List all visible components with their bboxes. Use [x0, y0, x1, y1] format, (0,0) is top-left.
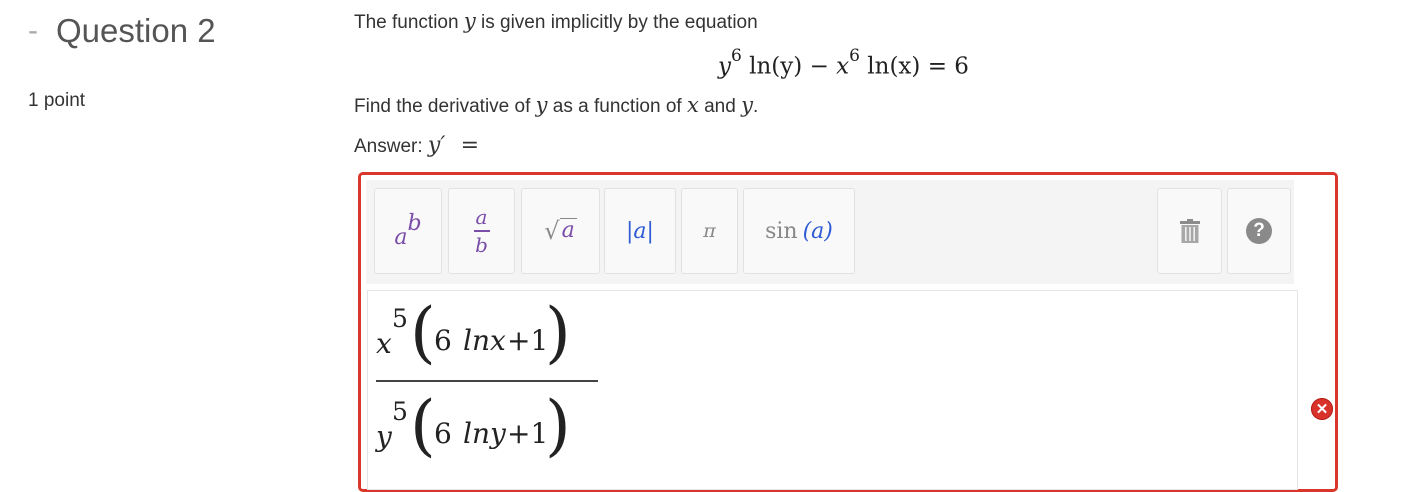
fraction-button[interactable]: a b [448, 188, 515, 274]
numerator-plus-one: +1 [507, 324, 549, 357]
numerator-right-paren: ) [545, 294, 571, 371]
answer-label: Answer: y′ = [354, 133, 480, 158]
numerator-exponent: 5 [392, 304, 408, 333]
power-button[interactable]: ab [374, 188, 442, 274]
denominator-left-paren: ( [410, 387, 436, 464]
pi-button[interactable]: π [681, 188, 738, 274]
delete-button[interactable] [1157, 188, 1222, 274]
math-entry-field[interactable] [367, 290, 1298, 490]
numerator-left-paren: ( [410, 294, 436, 371]
help-icon: ? [1246, 218, 1272, 244]
denominator-exponent: 5 [392, 397, 408, 426]
question-title: Question 2 [56, 12, 216, 49]
sine-button[interactable]: sin (a) [743, 188, 855, 274]
denominator-plus-one: +1 [507, 417, 549, 450]
denominator-right-paren: ) [545, 387, 571, 464]
question-prompt: The function y is given implicitly by th… [354, 9, 758, 33]
fraction-line [376, 380, 598, 382]
numerator-log: lnx [463, 324, 506, 357]
question-points: 1 point [28, 90, 86, 111]
sqrt-button[interactable]: √ a [521, 188, 600, 274]
trash-icon [1179, 219, 1200, 243]
help-button[interactable]: ? [1227, 188, 1291, 274]
collapse-toggle[interactable]: - [28, 14, 38, 48]
fraction-bar-icon [473, 230, 490, 232]
implicit-equation: y6 ln(y) − x6 ln(x) = 6 [718, 46, 969, 80]
derivative-instruction: Find the derivative of y as a function o… [354, 93, 759, 117]
denominator-log: lny [463, 417, 506, 450]
denominator-coefficient: 6 [434, 417, 452, 450]
absolute-value-button[interactable]: |a| [604, 188, 676, 274]
denominator-variable: y [376, 420, 392, 453]
numerator-coefficient: 6 [434, 324, 452, 357]
numerator-variable: x [376, 327, 392, 360]
error-icon: ✕ [1311, 398, 1333, 420]
